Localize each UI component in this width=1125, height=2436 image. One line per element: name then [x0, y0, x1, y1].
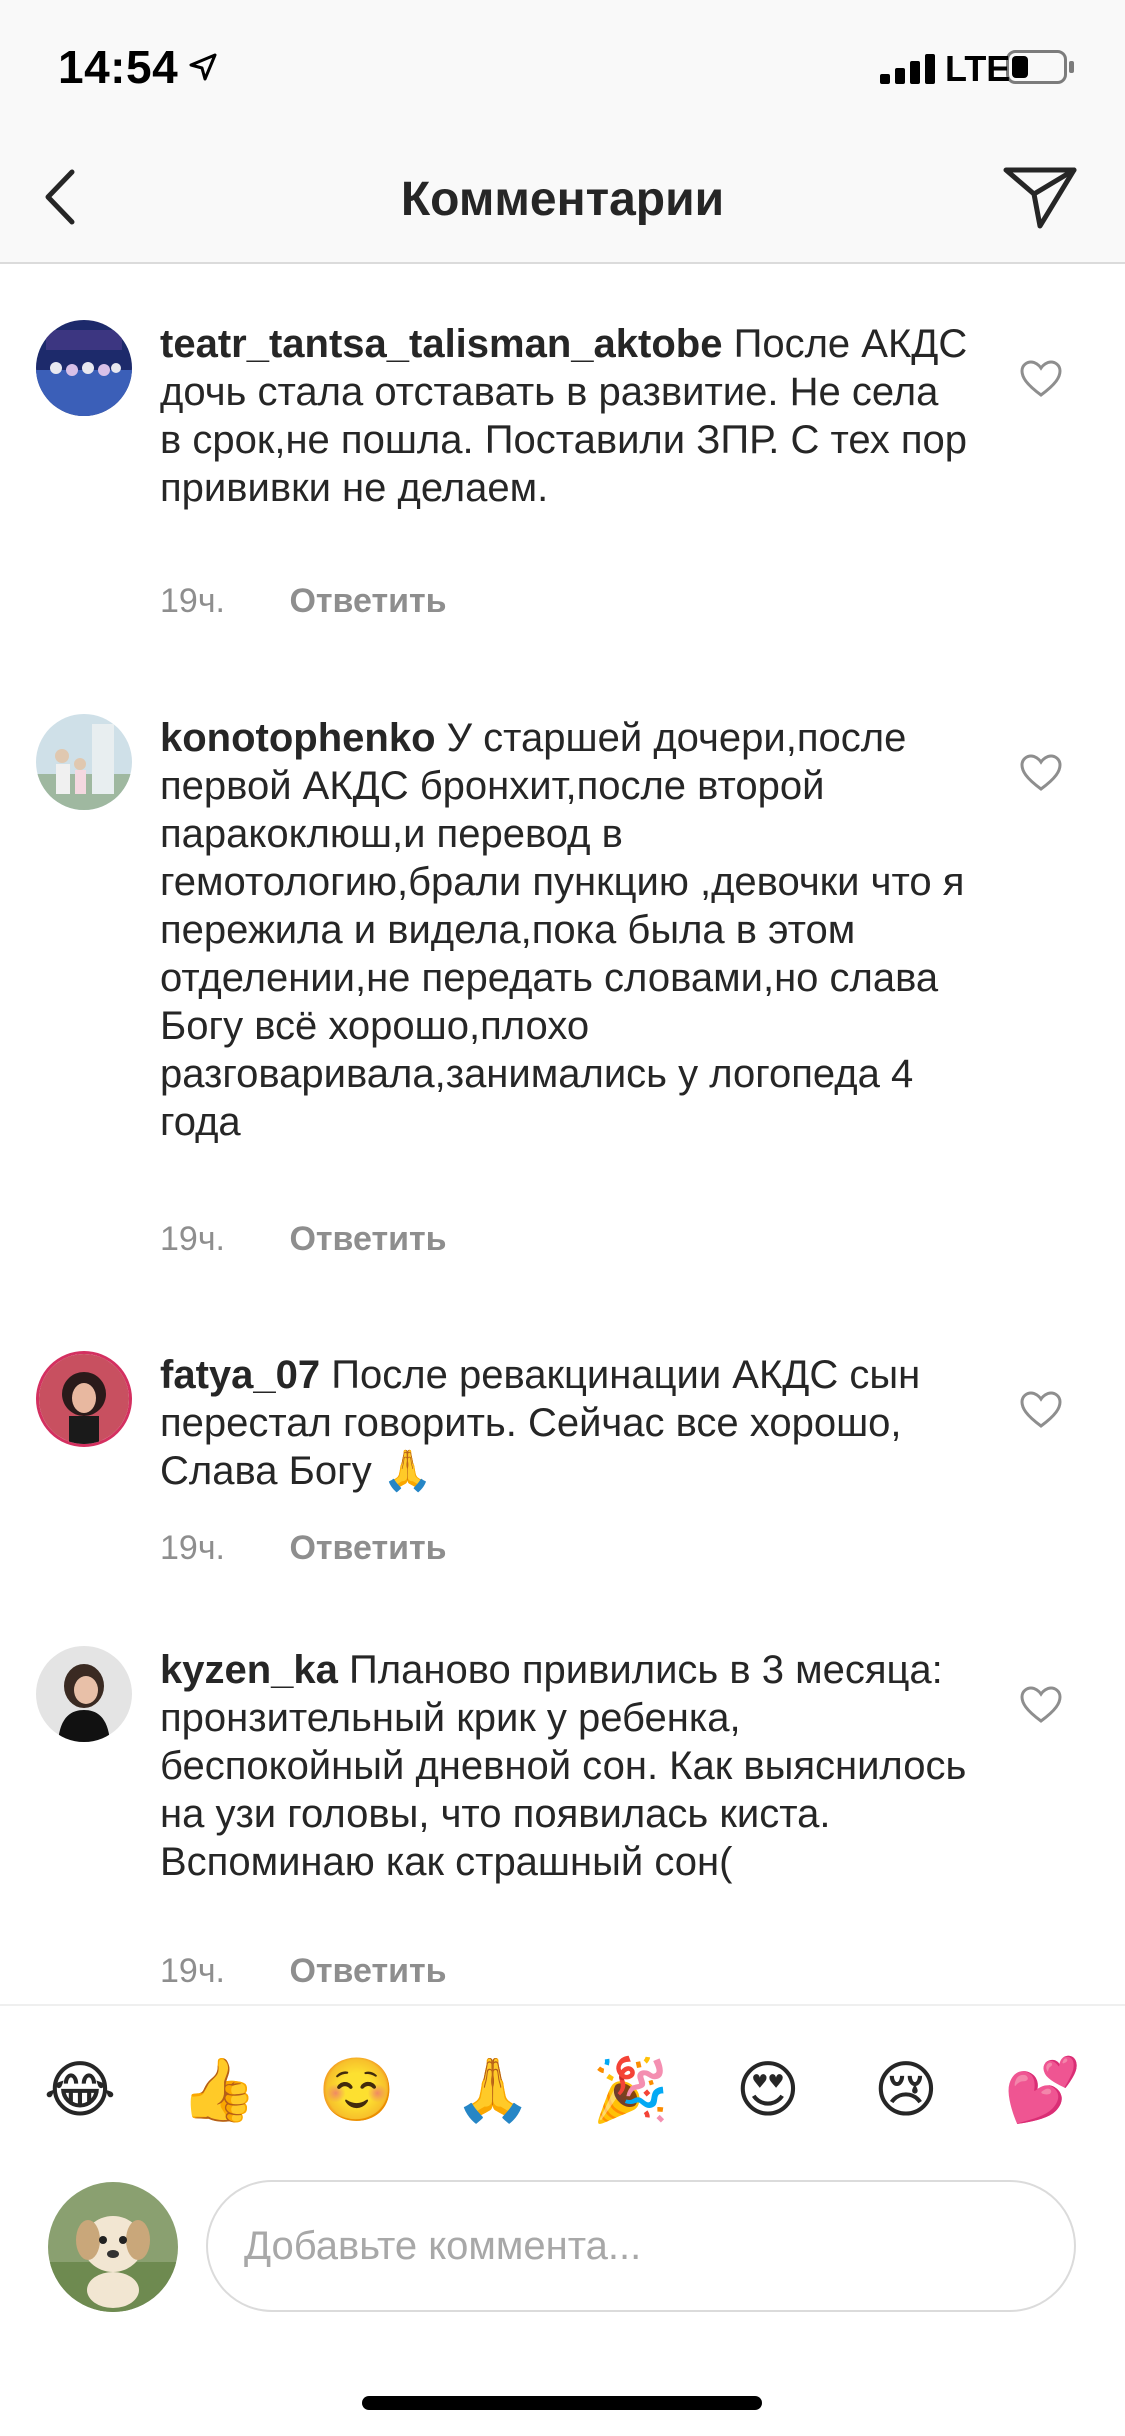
heart-icon[interactable]: [1020, 1686, 1062, 1724]
screen: 14:54 LTE Комментарии teatr_tantsa_talis…: [0, 0, 1125, 2436]
comment-time: 19ч.: [160, 582, 225, 620]
comment-text: konotophenko У старшей дочери,после перв…: [160, 714, 970, 1146]
comments-list: teatr_tantsa_talisman_aktobe После АКДС …: [0, 266, 1125, 2002]
avatar[interactable]: [36, 320, 132, 416]
comment-username[interactable]: kyzen_ka: [160, 1648, 338, 1692]
comment-time: 19ч.: [160, 1952, 225, 1990]
comment-composer: [0, 2170, 1125, 2350]
comment-meta: 19ч. Ответить: [160, 1220, 447, 1259]
comment-time: 19ч.: [160, 1220, 225, 1258]
emoji-bar: 😂 👍 ☺️ 🙏 🎉 😍 😢 💕: [0, 2004, 1125, 2170]
page-title: Комментарии: [400, 173, 725, 226]
avatar[interactable]: [36, 714, 132, 810]
paper-plane-icon[interactable]: [1000, 162, 1080, 232]
emoji-crying[interactable]: 😢: [868, 2052, 944, 2128]
comment-username[interactable]: konotophenko: [160, 716, 436, 760]
status-time: 14:54: [58, 41, 179, 93]
emoji-two-hearts[interactable]: 💕: [1004, 2052, 1081, 2128]
heart-icon[interactable]: [1020, 754, 1062, 792]
nav-bar: Комментарии: [0, 132, 1125, 264]
comment-time: 19ч.: [160, 1529, 225, 1567]
my-avatar: [48, 2182, 178, 2312]
signal-bars-icon: [880, 54, 935, 84]
home-indicator[interactable]: [362, 2396, 762, 2410]
emoji-heart-eyes[interactable]: 😍: [730, 2052, 806, 2128]
avatar[interactable]: [36, 1646, 132, 1742]
reply-button[interactable]: Ответить: [289, 1220, 446, 1258]
comment-text: fatya_07 После ревакцинации АКДС сын пер…: [160, 1351, 970, 1495]
emoji-folded-hands[interactable]: 🙏: [454, 2052, 531, 2128]
location-arrow-icon: [189, 53, 217, 81]
reply-button[interactable]: Ответить: [289, 1952, 446, 1990]
battery-icon: [1006, 50, 1074, 84]
status-bar: 14:54 LTE: [0, 0, 1125, 132]
comment-body: У старшей дочери,после первой АКДС бронх…: [160, 716, 965, 1144]
network-label: LTE: [945, 48, 1011, 89]
comment-username[interactable]: fatya_07: [160, 1353, 320, 1397]
emoji-tears-of-joy[interactable]: 😂: [42, 2052, 118, 2128]
comment-username[interactable]: teatr_tantsa_talisman_aktobe: [160, 322, 722, 366]
reply-button[interactable]: Ответить: [289, 582, 446, 620]
avatar[interactable]: [36, 1351, 132, 1447]
emoji-smiling[interactable]: ☺️: [318, 2052, 395, 2128]
comment-text: teatr_tantsa_talisman_aktobe После АКДС …: [160, 320, 970, 512]
comment-text: kyzen_ka Планово привились в 3 месяца: п…: [160, 1646, 970, 1886]
emoji-thumbs-up[interactable]: 👍: [180, 2052, 257, 2128]
comment-input[interactable]: [206, 2180, 1076, 2312]
comment-meta: 19ч. Ответить: [160, 582, 447, 621]
heart-icon[interactable]: [1020, 1391, 1062, 1429]
reply-button[interactable]: Ответить: [289, 1529, 446, 1567]
comment-meta: 19ч. Ответить: [160, 1529, 447, 1568]
heart-icon[interactable]: [1020, 360, 1062, 398]
emoji-party-popper[interactable]: 🎉: [592, 2052, 669, 2128]
comment-meta: 19ч. Ответить: [160, 1952, 447, 1991]
